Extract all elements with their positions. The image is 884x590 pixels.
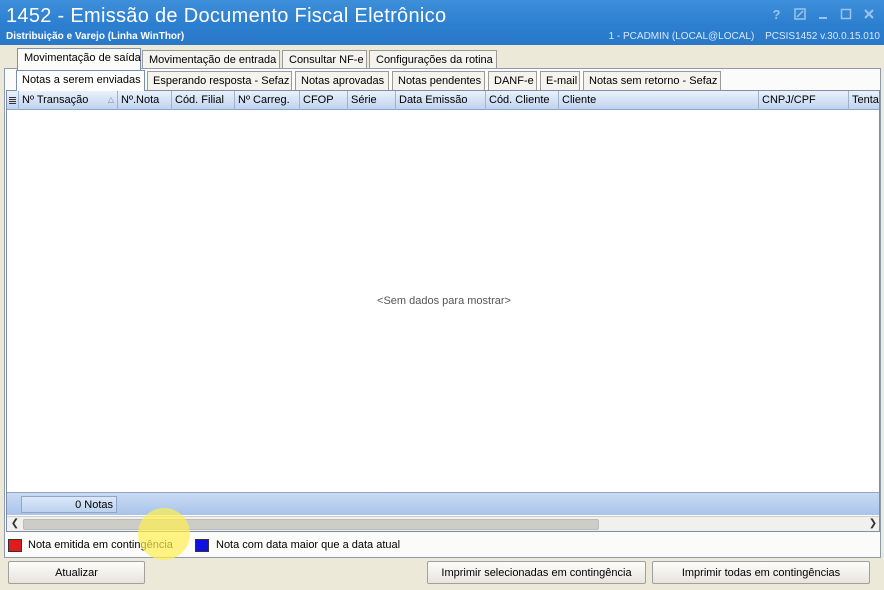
horizontal-scrollbar[interactable]: ❮ ❯	[7, 516, 879, 531]
session-info: 1 - PCADMIN (LOCAL@LOCAL) PCSIS1452 v.30…	[601, 31, 880, 42]
tab-movimentacao-entrada[interactable]: Movimentação de entrada	[142, 50, 280, 69]
window-title: 1452 - Emissão de Documento Fiscal Eletr…	[6, 5, 447, 27]
empty-grid-message: <Sem dados para mostrar>	[377, 295, 511, 307]
col-header-cod-cliente[interactable]: Cód. Cliente	[486, 91, 559, 110]
col-header-tentativas[interactable]: Tenta	[849, 91, 879, 110]
sort-ascending-icon: △	[107, 95, 114, 104]
col-header-label: Nº Transação	[22, 94, 89, 106]
scrollbar-thumb[interactable]	[23, 519, 599, 530]
help-icon[interactable]: ?	[765, 5, 788, 23]
maximize-icon[interactable]	[834, 5, 857, 23]
tab-notas-aprovadas[interactable]: Notas aprovadas	[295, 71, 389, 90]
close-icon[interactable]	[857, 5, 880, 23]
tab-notas-pendentes[interactable]: Notas pendentes	[392, 71, 485, 90]
col-header-serie[interactable]: Série	[348, 91, 396, 110]
window-controls: ?	[765, 5, 880, 23]
col-header-cnpj-cpf[interactable]: CNPJ/CPF	[759, 91, 849, 110]
tab-notas-sem-retorno[interactable]: Notas sem retorno - Sefaz	[583, 71, 721, 90]
tab-email[interactable]: E-mail	[540, 71, 580, 90]
col-header-cfop[interactable]: CFOP	[300, 91, 348, 110]
window-subtitle: Distribuição e Varejo (Linha WinThor)	[6, 31, 185, 42]
col-header-data-emissao[interactable]: Data Emissão	[396, 91, 486, 110]
version-info: PCSIS1452 v.30.0.15.010	[765, 31, 880, 42]
refresh-button[interactable]: Atualizar	[8, 561, 145, 584]
print-all-button[interactable]: Imprimir todas em contingências	[652, 561, 870, 584]
main-tabs: Movimentação de saída Movimentação de en…	[0, 48, 884, 70]
red-swatch	[8, 539, 22, 552]
tab-danfe[interactable]: DANF-e	[488, 71, 537, 90]
scroll-right-icon[interactable]: ❯	[866, 518, 879, 531]
tab-notas-serem-enviadas[interactable]: Notas a serem enviadas	[16, 70, 145, 91]
grid-header: Nº Transação △ Nº.Nota Cód. Filial Nº Ca…	[7, 91, 879, 110]
col-header-nota[interactable]: Nº.Nota	[118, 91, 172, 110]
notes-count: 0 Notas	[21, 496, 117, 513]
col-header-cod-filial[interactable]: Cód. Filial	[172, 91, 235, 110]
col-header-cliente[interactable]: Cliente	[559, 91, 759, 110]
tab-consultar-nfe[interactable]: Consultar NF-e	[282, 50, 367, 69]
column-chooser-icon[interactable]	[7, 91, 19, 110]
grid-footer: 0 Notas	[7, 492, 879, 515]
notes-grid: Nº Transação △ Nº.Nota Cód. Filial Nº Ca…	[6, 90, 880, 532]
scroll-left-icon[interactable]: ❮	[8, 518, 22, 531]
legend-data-maior: Nota com data maior que a data atual	[216, 539, 401, 551]
minimize-icon[interactable]	[788, 5, 811, 23]
col-header-transacao[interactable]: Nº Transação △	[19, 91, 118, 110]
user-info: 1 - PCADMIN (LOCAL@LOCAL)	[608, 31, 755, 42]
legend-contingencia: Nota emitida em contingência	[28, 539, 173, 551]
tab-esperando-resposta[interactable]: Esperando resposta - Sefaz	[147, 71, 292, 90]
title-bar: 1452 - Emissão de Documento Fiscal Eletr…	[0, 0, 884, 45]
print-selected-button[interactable]: Imprimir selecionadas em contingência	[427, 561, 646, 584]
minimize-window-icon[interactable]	[811, 5, 834, 23]
color-legend: Nota emitida em contingência Nota com da…	[4, 535, 881, 556]
blue-swatch	[195, 539, 209, 552]
tab-configuracoes-rotina[interactable]: Configurações da rotina	[369, 50, 497, 69]
col-header-carregamento[interactable]: Nº Carreg.	[235, 91, 300, 110]
tab-movimentacao-saida[interactable]: Movimentação de saída	[17, 48, 141, 70]
